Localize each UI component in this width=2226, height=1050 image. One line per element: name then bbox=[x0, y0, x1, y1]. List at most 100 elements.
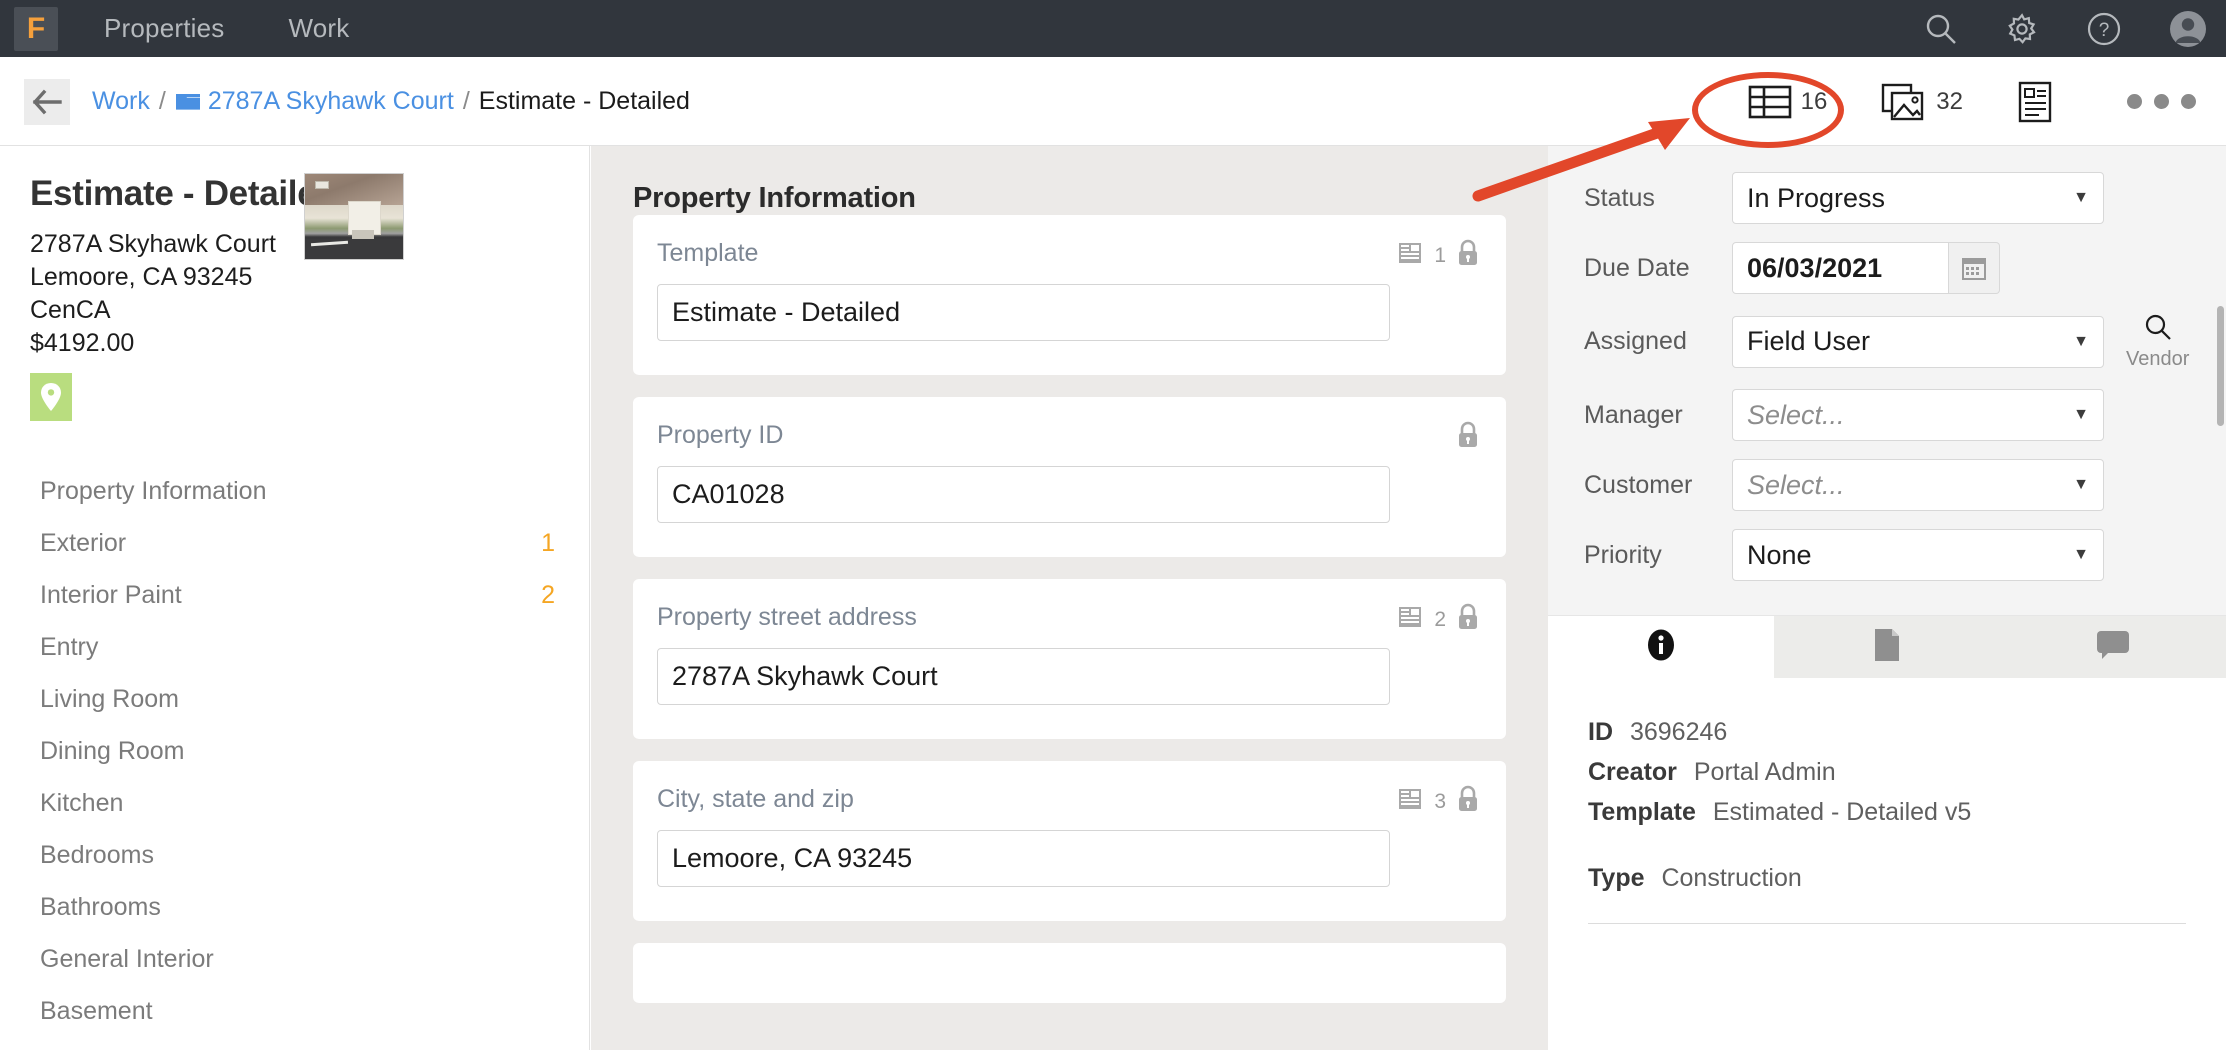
more-options-icon[interactable] bbox=[2127, 94, 2196, 109]
field-label: City, state and zip bbox=[657, 785, 854, 813]
search-icon[interactable] bbox=[1924, 12, 1958, 46]
sidebar-item-exterior[interactable]: Exterior 1 bbox=[0, 517, 589, 569]
note-icon[interactable] bbox=[1398, 605, 1422, 634]
report-view-icon[interactable] bbox=[2017, 81, 2053, 123]
sidebar-item-kitchen[interactable]: Kitchen bbox=[0, 777, 589, 829]
field-row-assigned: Assigned Field User ▼ Vendor bbox=[1548, 312, 2226, 371]
sidebar-item-label: Bedrooms bbox=[40, 840, 154, 869]
sidebar-item-label: Kitchen bbox=[40, 788, 124, 817]
navbar-actions: ? bbox=[1924, 0, 2208, 57]
priority-select[interactable]: None ▼ bbox=[1732, 529, 2104, 581]
page-scrollbar[interactable] bbox=[2216, 146, 2226, 1050]
photos-view-count: 32 bbox=[1936, 87, 1963, 115]
app-logo[interactable]: F bbox=[14, 6, 58, 51]
chevron-down-icon: ▼ bbox=[2073, 189, 2089, 206]
location-pin-icon[interactable] bbox=[30, 373, 72, 421]
nav-link-work[interactable]: Work bbox=[289, 13, 350, 44]
comment-icon bbox=[2096, 630, 2130, 665]
tab-documents[interactable] bbox=[1774, 616, 2000, 678]
sidebar-item-property-information[interactable]: Property Information bbox=[0, 465, 589, 517]
table-view-count: 16 bbox=[1800, 87, 1828, 115]
due-date-label: Due Date bbox=[1584, 253, 1690, 282]
sidebar-item-basement[interactable]: Basement bbox=[0, 985, 589, 1037]
status-select[interactable]: In Progress ▼ bbox=[1732, 172, 2104, 224]
note-icon[interactable] bbox=[1398, 241, 1422, 270]
work-order-properties: Status In Progress ▼ Due Date 06/03/2021… bbox=[1548, 146, 2226, 616]
sidebar-address-line2: Lemoore, CA 93245 bbox=[30, 263, 253, 291]
lock-icon bbox=[1456, 239, 1480, 272]
sidebar-item-bedrooms[interactable]: Bedrooms bbox=[0, 829, 589, 881]
sidebar-amount: $4192.00 bbox=[30, 329, 135, 357]
field-card-city-state-zip: City, state and zip Lemoore, CA 93245 3 bbox=[633, 761, 1506, 921]
field-icons bbox=[1456, 421, 1480, 454]
assigned-select[interactable]: Field User ▼ bbox=[1732, 315, 2104, 368]
status-value: In Progress bbox=[1747, 182, 1886, 213]
info-creator-value: Portal Admin bbox=[1693, 758, 1836, 786]
sidebar-item-living-room[interactable]: Living Room bbox=[0, 673, 589, 725]
field-row-manager: Manager Select... ▼ bbox=[1548, 389, 2226, 441]
note-icon[interactable] bbox=[1398, 787, 1422, 816]
info-type-value: Construction bbox=[1661, 864, 1802, 892]
due-date-input[interactable]: 06/03/2021 bbox=[1732, 242, 1949, 294]
back-button[interactable] bbox=[24, 79, 70, 125]
field-row-priority: Priority None ▼ bbox=[1548, 529, 2226, 581]
assigned-label: Assigned bbox=[1584, 327, 1687, 355]
sidebar-region: CenCA bbox=[30, 296, 111, 324]
info-template-value: Estimated - Detailed v5 bbox=[1712, 798, 1972, 826]
customer-select[interactable]: Select... ▼ bbox=[1732, 459, 2104, 511]
gear-icon[interactable] bbox=[2004, 11, 2040, 47]
dot-1 bbox=[2127, 94, 2142, 109]
property-thumbnail bbox=[304, 173, 404, 260]
info-icon bbox=[1646, 628, 1676, 667]
manager-select[interactable]: Select... ▼ bbox=[1732, 389, 2104, 441]
vendor-label: Vendor bbox=[2126, 348, 2190, 370]
sidebar-item-bathrooms[interactable]: Bathrooms bbox=[0, 881, 589, 933]
sidebar-item-dining-room[interactable]: Dining Room bbox=[0, 725, 589, 777]
calendar-icon[interactable] bbox=[1949, 242, 2000, 294]
field-label: Template bbox=[657, 239, 759, 267]
photos-view-icon[interactable]: 32 bbox=[1881, 82, 1963, 122]
customer-label: Customer bbox=[1584, 470, 1693, 499]
right-panel: Status In Progress ▼ Due Date 06/03/2021… bbox=[1548, 146, 2226, 1050]
sidebar-item-interior-paint[interactable]: Interior Paint 2 bbox=[0, 569, 589, 621]
breadcrumb-item-work[interactable]: Work bbox=[92, 87, 150, 116]
info-type-label: Type bbox=[1588, 864, 1645, 892]
main-content: Property Information Template Estimate -… bbox=[591, 146, 1548, 1050]
sidebar-nav: Property Information Exterior 1 Interior… bbox=[0, 465, 589, 1037]
sidebar-item-label: Exterior bbox=[40, 528, 127, 557]
scrollbar-thumb[interactable] bbox=[2217, 306, 2224, 426]
chevron-down-icon: ▼ bbox=[2073, 476, 2089, 493]
field-row-status: Status In Progress ▼ bbox=[1548, 172, 2226, 224]
table-view-icon[interactable]: 16 bbox=[1748, 84, 1828, 120]
field-icons: 1 bbox=[1398, 239, 1480, 272]
info-divider bbox=[1588, 923, 2186, 924]
svg-text:?: ? bbox=[2099, 20, 2110, 41]
avatar-icon[interactable] bbox=[2168, 9, 2208, 49]
sidebar-item-entry[interactable]: Entry bbox=[0, 621, 589, 673]
property-id-input[interactable]: CA01028 bbox=[657, 466, 1390, 523]
sidebar-item-label: Entry bbox=[40, 632, 99, 661]
template-input[interactable]: Estimate - Detailed bbox=[657, 284, 1390, 341]
dot-3 bbox=[2181, 94, 2196, 109]
info-row-type: Type Construction bbox=[1588, 864, 2226, 893]
primary-nav: Properties Work bbox=[104, 13, 414, 44]
lock-icon bbox=[1456, 421, 1480, 454]
lock-icon bbox=[1456, 603, 1480, 636]
info-creator-label: Creator bbox=[1588, 758, 1677, 786]
sidebar-item-general-interior[interactable]: General Interior bbox=[0, 933, 589, 985]
tab-comments[interactable] bbox=[2000, 616, 2226, 678]
breadcrumb-item-property[interactable]: 2787A Skyhawk Court bbox=[208, 87, 454, 116]
note-count: 1 bbox=[1434, 243, 1446, 267]
street-address-input[interactable]: 2787A Skyhawk Court bbox=[657, 648, 1390, 705]
info-template-label: Template bbox=[1588, 798, 1696, 826]
dot-2 bbox=[2154, 94, 2169, 109]
due-date-group: 06/03/2021 bbox=[1732, 242, 2000, 294]
manager-label: Manager bbox=[1584, 400, 1683, 429]
help-icon[interactable]: ? bbox=[2086, 11, 2122, 47]
tab-info[interactable] bbox=[1548, 616, 1774, 678]
info-row-creator: Creator Portal Admin bbox=[1588, 758, 2226, 787]
city-state-zip-input[interactable]: Lemoore, CA 93245 bbox=[657, 830, 1390, 887]
logo-letter: F bbox=[26, 11, 46, 45]
vendor-search-button[interactable]: Vendor bbox=[2126, 312, 2189, 371]
nav-link-properties[interactable]: Properties bbox=[104, 13, 225, 44]
